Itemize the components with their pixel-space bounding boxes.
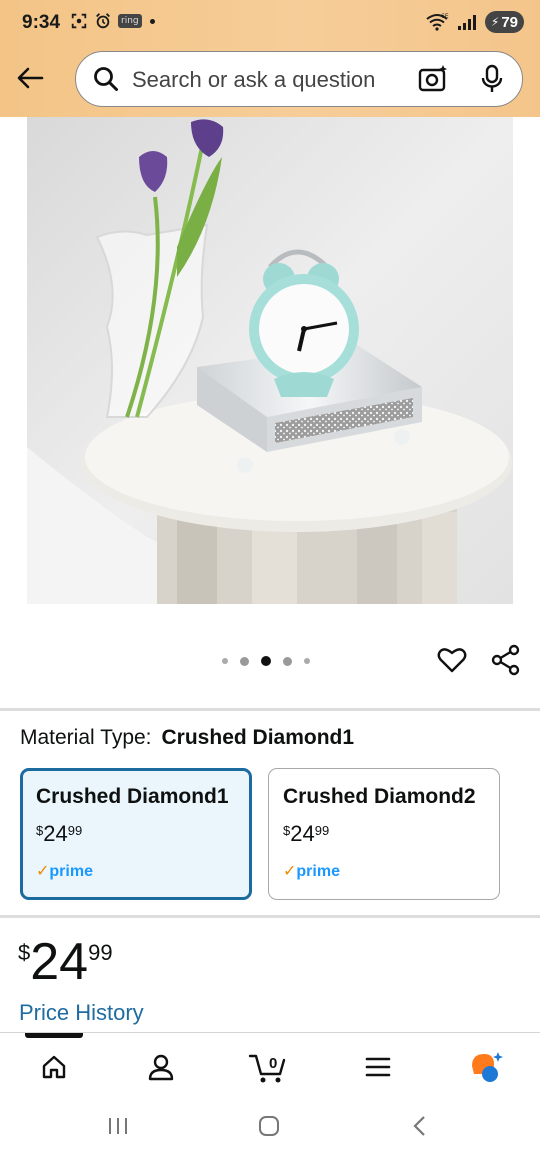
account-icon [148, 1054, 174, 1081]
product-price: $2499 [18, 933, 113, 991]
home-icon [42, 1055, 66, 1079]
recent-apps-icon[interactable] [106, 1114, 130, 1138]
menu-icon [365, 1057, 391, 1077]
carousel-dot[interactable] [240, 656, 249, 666]
prime-check-icon: ✓ [283, 863, 297, 880]
variant-price: $2499 [36, 821, 83, 846]
nav-account[interactable] [139, 1047, 183, 1087]
product-image[interactable] [27, 117, 513, 604]
nav-rufus[interactable] [464, 1047, 508, 1087]
status-notifications: ring [70, 12, 155, 30]
alarm-icon [96, 13, 110, 29]
variant-price: $2499 [283, 821, 330, 846]
back-button[interactable] [12, 60, 48, 96]
more-notifications-dot [149, 18, 155, 24]
status-bar: 9:34 ring 6E ⚡ 79 [0, 0, 540, 46]
nav-menu[interactable] [356, 1047, 400, 1087]
screenshot-icon [71, 13, 87, 29]
section-divider [0, 708, 540, 711]
back-chevron-icon[interactable] [408, 1114, 432, 1138]
carousel-dot-active[interactable] [261, 656, 271, 666]
active-tab-indicator [25, 1033, 83, 1038]
status-time: 9:34 [22, 12, 61, 33]
charging-icon: ⚡ [490, 15, 500, 29]
variant-name: Crushed Diamond1 [36, 785, 229, 808]
signal-icon [457, 15, 476, 30]
rufus-icon [472, 1052, 503, 1082]
share-button[interactable] [490, 644, 522, 681]
search-input[interactable] [130, 64, 424, 96]
battery-level: 79 [501, 13, 518, 31]
nav-home[interactable] [32, 1047, 76, 1087]
material-type-label: Material Type: [20, 726, 152, 749]
section-divider [0, 915, 540, 918]
camera-search-icon[interactable] [418, 64, 450, 94]
wifi-icon: 6E [426, 13, 449, 31]
battery-indicator: ⚡ 79 [484, 11, 524, 33]
microphone-icon[interactable] [480, 64, 504, 94]
svg-text:6E: 6E [441, 13, 449, 20]
carousel-dot[interactable] [222, 658, 228, 664]
wishlist-button[interactable] [436, 644, 468, 681]
bottom-nav: 0 [0, 1032, 540, 1097]
variant-option-crushed-diamond1[interactable]: Crushed Diamond1 $2499 ✓prime [20, 768, 252, 900]
price-history-link[interactable]: Price History [19, 1000, 144, 1026]
material-type-value: Crushed Diamond1 [161, 726, 355, 749]
material-type-row: Material Type: Crushed Diamond1 [20, 726, 354, 750]
carousel-dot[interactable] [304, 658, 310, 664]
carousel-dot[interactable] [283, 656, 292, 666]
home-button-icon[interactable] [257, 1114, 281, 1138]
share-icon [491, 644, 520, 676]
variant-name: Crushed Diamond2 [283, 785, 476, 808]
product-photo [27, 117, 513, 604]
status-right: 6E ⚡ 79 [425, 11, 524, 33]
prime-check-icon: ✓ [36, 863, 50, 880]
cart-count: 0 [269, 1055, 277, 1072]
prime-badge: ✓prime [36, 863, 93, 880]
prime-badge: ✓prime [283, 863, 340, 880]
nav-cart[interactable]: 0 [246, 1047, 290, 1087]
system-navigation-bar [0, 1096, 540, 1158]
search-bar[interactable] [75, 51, 523, 107]
search-icon [94, 67, 118, 91]
cart-icon: 0 [248, 1054, 286, 1083]
ring-app-icon: ring [118, 14, 142, 28]
variant-option-crushed-diamond2[interactable]: Crushed Diamond2 $2499 ✓prime [268, 768, 500, 900]
top-header: 9:34 ring 6E ⚡ 79 [0, 0, 540, 117]
arrow-left-icon [17, 67, 44, 89]
heart-icon [437, 648, 467, 673]
